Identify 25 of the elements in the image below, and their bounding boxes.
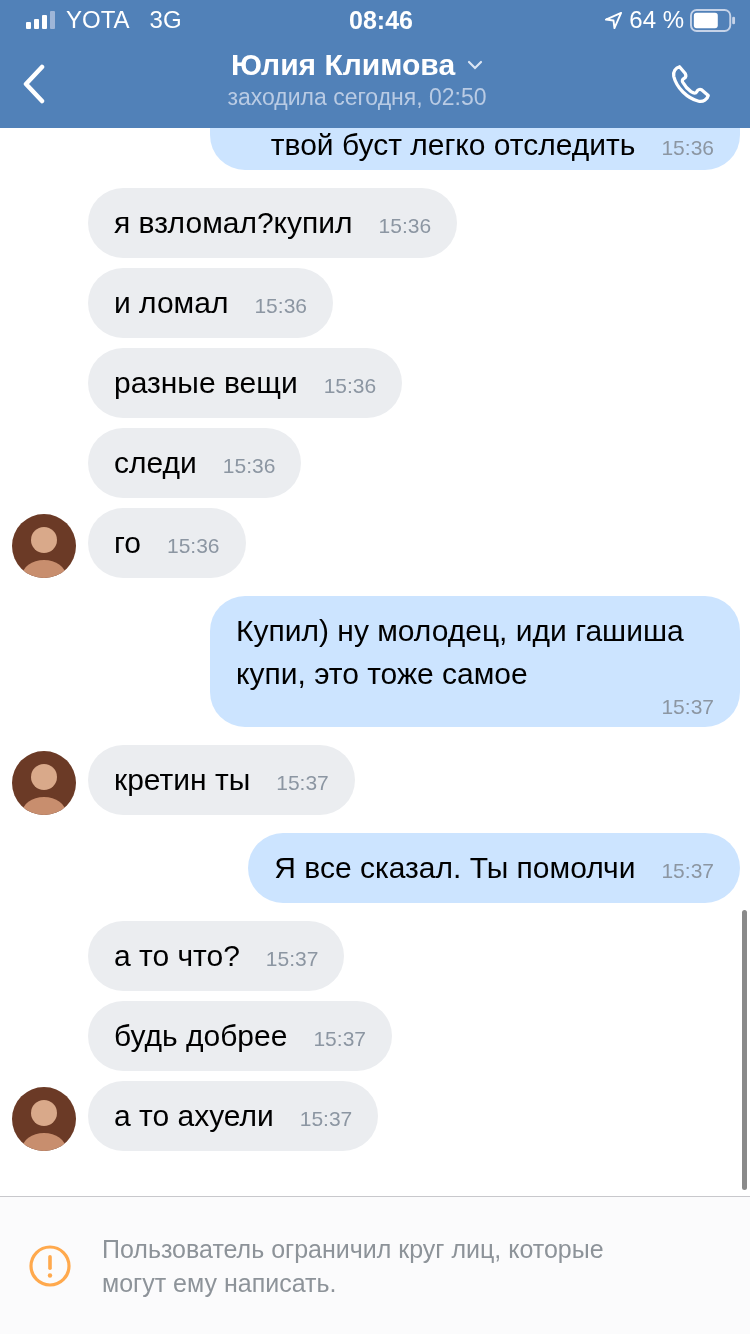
chevron-down-icon[interactable] xyxy=(467,59,484,70)
incoming-message[interactable]: и ломал 15:36 xyxy=(88,268,333,338)
incoming-message[interactable]: следи 15:36 xyxy=(88,428,302,498)
carrier-name: YOTA xyxy=(66,6,130,34)
incoming-message[interactable]: я взломал?купил 15:36 xyxy=(88,188,458,258)
location-icon xyxy=(604,10,624,30)
clock: 08:46 xyxy=(349,5,413,35)
incoming-message[interactable]: кретин ты 15:37 xyxy=(88,745,355,815)
battery-icon xyxy=(690,8,736,32)
contact-name[interactable]: Юлия Климова xyxy=(230,47,456,82)
incoming-message[interactable]: будь добрее 15:37 xyxy=(88,1001,392,1071)
incoming-message[interactable]: разные вещи 15:36 xyxy=(88,348,403,418)
back-button[interactable] xyxy=(22,64,46,104)
outgoing-message[interactable]: Я все сказал. Ты помолчи 15:37 xyxy=(248,833,740,903)
network-type: 3G xyxy=(149,6,182,34)
signal-icon xyxy=(26,11,58,29)
outgoing-message[interactable]: Купил) ну молодец, иди гашиша купи, это тоже самое 15:37 xyxy=(210,596,740,727)
incoming-message[interactable]: а то ахуели 15:37 xyxy=(88,1081,379,1151)
last-seen: заходила сегодня, 02:50 xyxy=(227,83,487,111)
battery-percent: 64 % xyxy=(629,6,684,34)
incoming-message[interactable]: а то что? 15:37 xyxy=(88,921,345,991)
warning-icon xyxy=(28,1243,72,1288)
incoming-message[interactable]: го 15:36 xyxy=(88,508,246,578)
restriction-notice: Пользователь ограничил круг лиц, которые могут ему написать. xyxy=(102,1233,605,1299)
outgoing-message[interactable]: твой буст легко отследить 15:36 xyxy=(210,128,740,170)
